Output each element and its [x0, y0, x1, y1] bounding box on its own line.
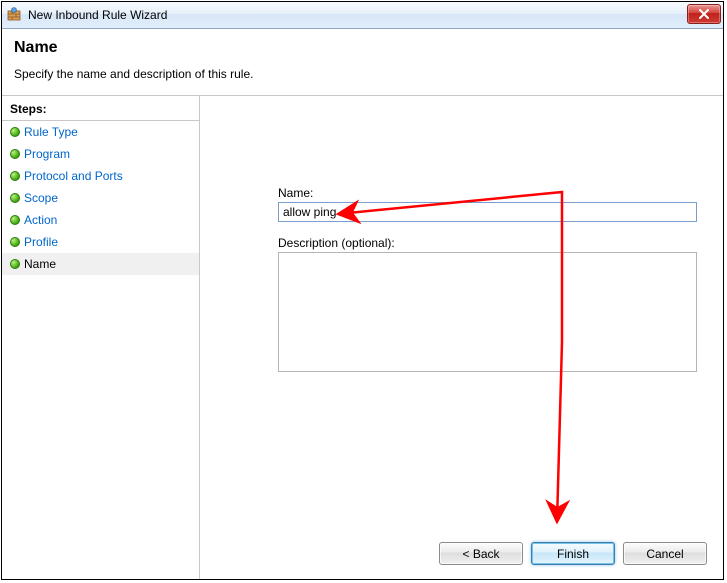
bullet-icon	[10, 171, 20, 181]
bullet-icon	[10, 259, 20, 269]
step-protocol-ports[interactable]: Protocol and Ports	[2, 165, 199, 187]
bullet-icon	[10, 193, 20, 203]
step-program[interactable]: Program	[2, 143, 199, 165]
steps-heading: Steps:	[2, 100, 199, 121]
form-area: Name: Description (optional):	[278, 186, 697, 375]
finish-button[interactable]: Finish	[531, 542, 615, 565]
cancel-button[interactable]: Cancel	[623, 542, 707, 565]
wizard-header: Name Specify the name and description of…	[2, 29, 723, 96]
description-textarea[interactable]	[278, 252, 697, 372]
bullet-icon	[10, 127, 20, 137]
button-row: < Back Finish Cancel	[439, 542, 707, 565]
back-button[interactable]: < Back	[439, 542, 523, 565]
wizard-window: New Inbound Rule Wizard Name Specify the…	[1, 1, 724, 580]
name-label: Name:	[278, 186, 697, 200]
page-title: Name	[14, 39, 711, 57]
step-rule-type[interactable]: Rule Type	[2, 121, 199, 143]
step-name[interactable]: Name	[2, 253, 199, 275]
bullet-icon	[10, 149, 20, 159]
step-action[interactable]: Action	[2, 209, 199, 231]
bullet-icon	[10, 215, 20, 225]
steps-sidebar: Steps: Rule Type Program Protocol and Po…	[2, 96, 200, 579]
step-label: Scope	[24, 191, 58, 205]
close-icon	[698, 9, 710, 19]
step-scope[interactable]: Scope	[2, 187, 199, 209]
step-label: Name	[24, 257, 56, 271]
bullet-icon	[10, 237, 20, 247]
main-panel: Name: Description (optional): < Back Fin…	[200, 96, 723, 579]
window-title: New Inbound Rule Wizard	[28, 8, 167, 22]
step-label: Protocol and Ports	[24, 169, 123, 183]
page-subtitle: Specify the name and description of this…	[14, 67, 711, 81]
name-input[interactable]	[278, 202, 697, 222]
step-label: Profile	[24, 235, 58, 249]
step-label: Rule Type	[24, 125, 78, 139]
step-label: Program	[24, 147, 70, 161]
close-button[interactable]	[687, 4, 721, 24]
firewall-icon	[6, 7, 22, 23]
step-label: Action	[24, 213, 57, 227]
description-label: Description (optional):	[278, 236, 697, 250]
wizard-body: Steps: Rule Type Program Protocol and Po…	[2, 96, 723, 579]
titlebar: New Inbound Rule Wizard	[2, 2, 723, 29]
step-profile[interactable]: Profile	[2, 231, 199, 253]
